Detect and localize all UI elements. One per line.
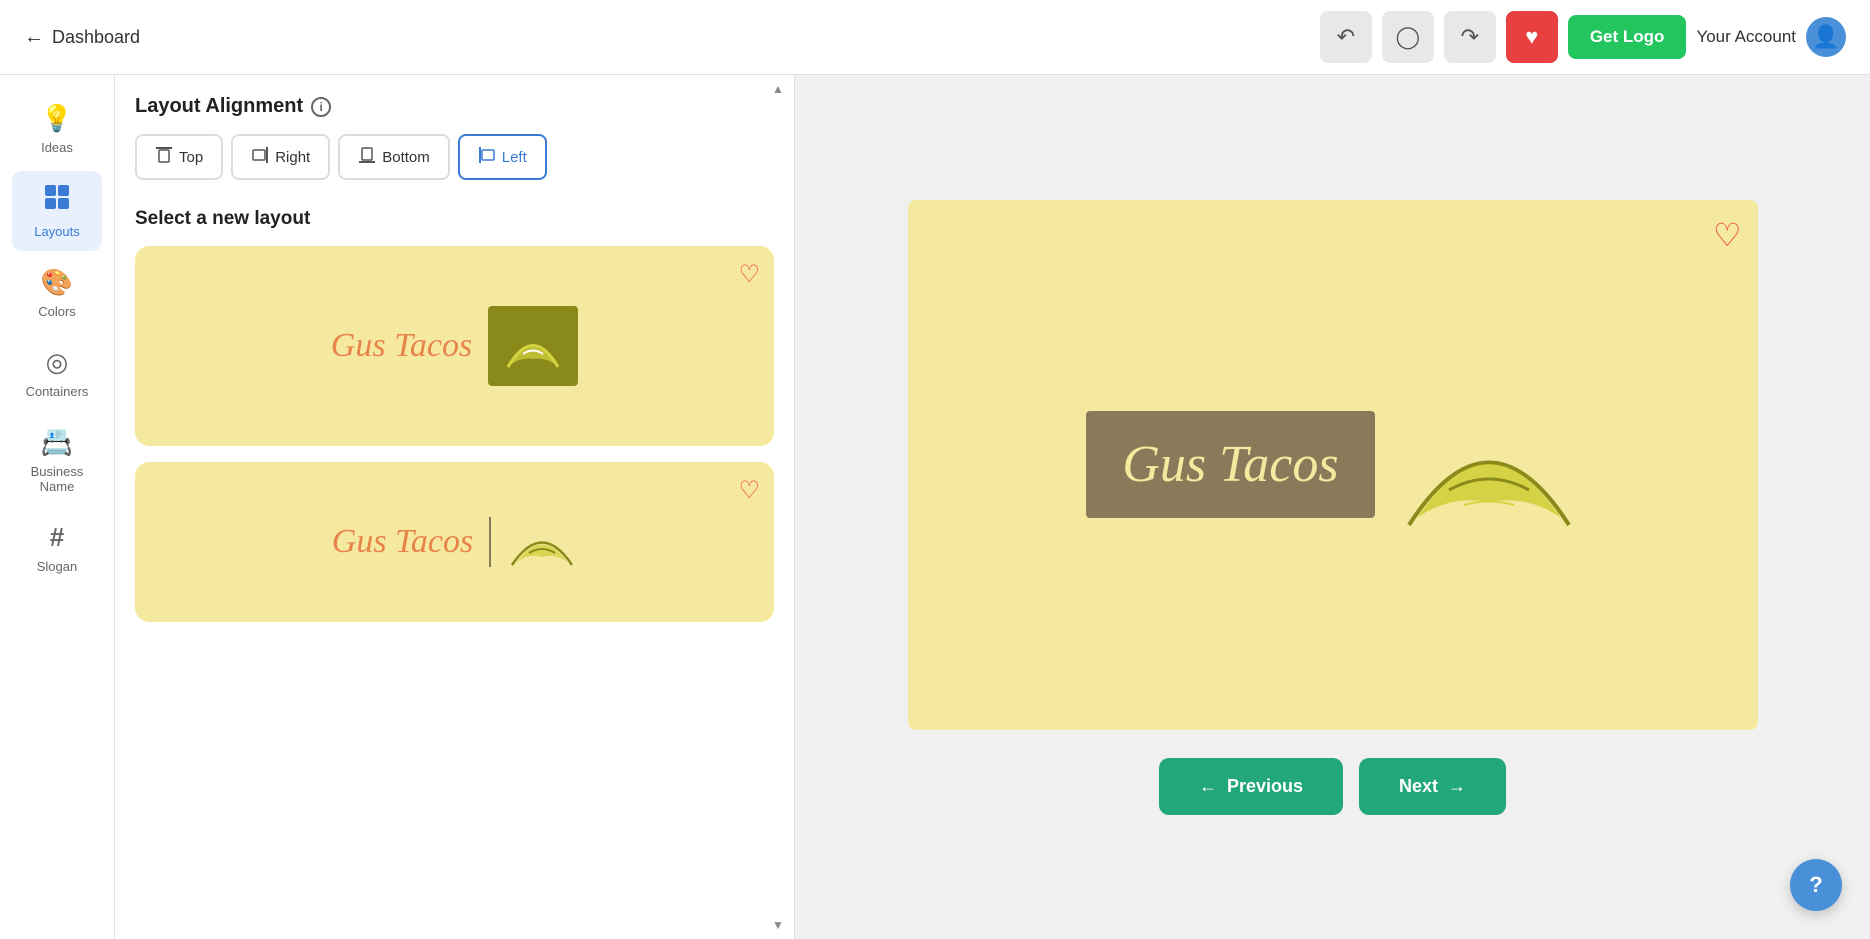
layout-card-1[interactable]: ♡ Gus Tacos: [135, 246, 774, 446]
card1-icon-box: [488, 306, 578, 386]
card1-logo: Gus Tacos: [331, 306, 578, 386]
ideas-label: Ideas: [41, 140, 73, 155]
colors-icon: 🎨: [41, 267, 73, 298]
get-logo-label: Get Logo: [1590, 27, 1665, 46]
slogan-label: Slogan: [37, 559, 77, 574]
preview-taco-icon: [1399, 390, 1579, 540]
dashboard-label: Dashboard: [52, 27, 140, 48]
next-arrow-icon: →: [1448, 776, 1466, 797]
heart-outline-icon: ♡: [738, 261, 760, 288]
avatar-icon: 👤: [1812, 24, 1839, 50]
align-left-button[interactable]: Left: [458, 134, 547, 180]
help-button[interactable]: ?: [1790, 859, 1842, 911]
scroll-up-arrow[interactable]: ▲: [770, 79, 786, 99]
align-right-button[interactable]: Right: [231, 134, 330, 180]
previous-arrow-icon: ←: [1199, 776, 1217, 797]
sidebar: 💡 Ideas Layouts 🎨 Colors ◎ Containers 📇: [0, 75, 115, 939]
back-button[interactable]: ← Dashboard: [24, 26, 140, 49]
card1-brand-text: Gus Tacos: [331, 327, 472, 365]
help-icon: ?: [1809, 872, 1822, 898]
layouts-label: Layouts: [34, 224, 80, 239]
sidebar-item-containers[interactable]: ◎ Containers: [12, 335, 102, 411]
layout-section-title: Select a new layout: [135, 208, 774, 230]
your-account-button[interactable]: Your Account 👤: [1696, 17, 1846, 57]
undo-button[interactable]: ↶: [1320, 11, 1372, 63]
preview-nav: ← Previous Next →: [1159, 758, 1506, 815]
sidebar-item-colors[interactable]: 🎨 Colors: [12, 255, 102, 331]
colors-label: Colors: [38, 304, 76, 319]
header-actions: ↶ ◯ ↷ ♥ Get Logo Your Account 👤: [1320, 11, 1846, 63]
undo-icon: ↶: [1337, 24, 1355, 50]
history-icon: ◯: [1396, 24, 1421, 50]
sidebar-item-slogan[interactable]: # Slogan: [12, 510, 102, 586]
alignment-buttons: Top Right: [135, 134, 774, 180]
panel-content: Layout Alignment i Top: [115, 75, 794, 939]
previous-label: Previous: [1227, 776, 1303, 797]
history-button[interactable]: ◯: [1382, 11, 1434, 63]
card2-taco-icon: [507, 515, 577, 570]
preview-name-box: Gus Tacos: [1086, 411, 1374, 518]
containers-icon: ◎: [46, 347, 69, 378]
layout-card-1-heart[interactable]: ♡: [738, 260, 760, 289]
layout-card-2[interactable]: ♡ Gus Tacos: [135, 462, 774, 622]
slogan-icon: #: [50, 522, 64, 553]
heart-outline-icon-2: ♡: [738, 477, 760, 504]
alignment-title: Layout Alignment i: [135, 95, 774, 118]
main-area: 💡 Ideas Layouts 🎨 Colors ◎ Containers 📇: [0, 75, 1870, 939]
align-bottom-icon: [358, 146, 376, 168]
back-arrow-icon: ←: [24, 26, 44, 49]
preview-brand-name: Gus Tacos: [1122, 435, 1338, 494]
align-top-button[interactable]: Top: [135, 134, 223, 180]
layouts-icon: [43, 183, 71, 218]
business-name-icon: 📇: [41, 427, 73, 458]
favorite-button[interactable]: ♥: [1506, 11, 1558, 63]
sidebar-item-ideas[interactable]: 💡 Ideas: [12, 91, 102, 167]
align-left-icon: [478, 146, 496, 168]
preview-canvas: ♡ Gus Tacos: [908, 200, 1758, 730]
sidebar-item-business-name[interactable]: 📇 Business Name: [12, 415, 102, 506]
redo-button[interactable]: ↷: [1444, 11, 1496, 63]
panel: ▲ Layout Alignment i Top: [115, 75, 795, 939]
previous-button[interactable]: ← Previous: [1159, 758, 1343, 815]
preview-area: ♡ Gus Tacos ← Previous Next →: [795, 75, 1870, 939]
info-icon: i: [311, 97, 331, 117]
sidebar-item-layouts[interactable]: Layouts: [12, 171, 102, 251]
preview-logo: Gus Tacos: [1086, 390, 1578, 540]
card2-logo: Gus Tacos: [332, 515, 577, 570]
ideas-icon: 💡: [41, 103, 73, 134]
align-right-icon: [251, 146, 269, 168]
layout-card-2-heart[interactable]: ♡: [738, 476, 760, 505]
card2-brand-text: Gus Tacos: [332, 523, 473, 561]
get-logo-button[interactable]: Get Logo: [1568, 15, 1687, 59]
containers-label: Containers: [26, 384, 89, 399]
align-bottom-button[interactable]: Bottom: [338, 134, 450, 180]
divider: [489, 517, 491, 567]
header: ← Dashboard ↶ ◯ ↷ ♥ Get Logo Your Accoun…: [0, 0, 1870, 75]
scroll-down-arrow[interactable]: ▼: [770, 915, 786, 935]
your-account-label: Your Account: [1696, 27, 1796, 47]
preview-heart-button[interactable]: ♡: [1713, 216, 1742, 254]
next-label: Next: [1399, 776, 1438, 797]
align-top-icon: [155, 146, 173, 168]
avatar: 👤: [1806, 17, 1846, 57]
redo-icon: ↷: [1461, 24, 1479, 50]
heart-icon: ♥: [1525, 24, 1538, 50]
next-button[interactable]: Next →: [1359, 758, 1506, 815]
business-name-label: Business Name: [20, 464, 94, 494]
